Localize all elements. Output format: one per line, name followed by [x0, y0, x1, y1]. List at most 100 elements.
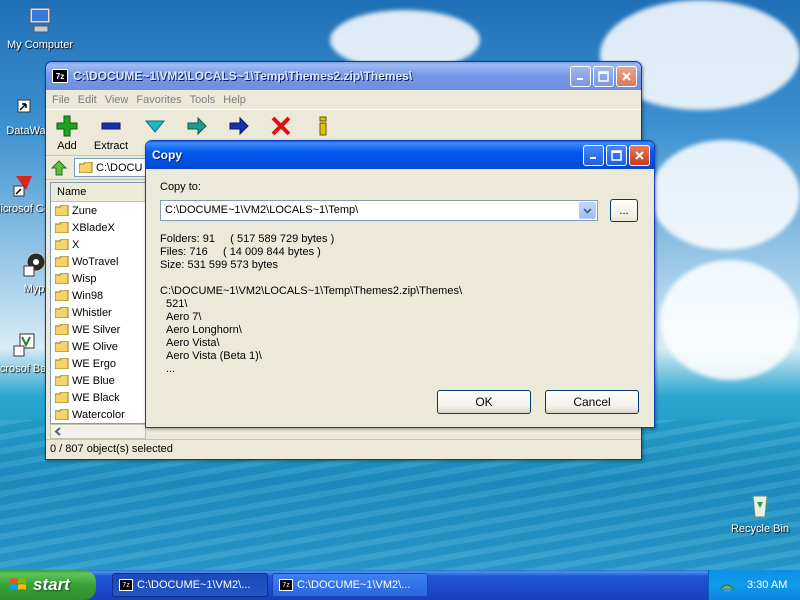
taskbar-button-7zip-main[interactable]: 7z C:\DOCUME~1\VM2\...: [112, 573, 268, 597]
folder-icon: [54, 272, 69, 285]
desktop-icon-label: Recycle Bin: [730, 523, 790, 535]
column-header-name[interactable]: Name: [51, 183, 145, 202]
list-item[interactable]: WE Ergo: [51, 355, 145, 372]
dialog-minimize-button[interactable]: [583, 144, 604, 166]
desktop-icon-label: Myp: [23, 283, 45, 295]
desktop-icon-recycle-bin[interactable]: Recycle Bin: [722, 488, 798, 535]
clock[interactable]: 3:30 AM: [747, 579, 787, 591]
folder-name: WE Ergo: [72, 357, 117, 370]
main-window-title: C:\DOCUME~1\VM2\LOCALS~1\Temp\Themes2.zi…: [73, 69, 413, 83]
7zip-icon: 7z: [119, 579, 133, 591]
horizontal-scrollbar[interactable]: [50, 424, 146, 439]
shortcut-icon: [10, 90, 42, 122]
menu-help[interactable]: Help: [221, 94, 252, 106]
computer-icon: [24, 4, 56, 36]
source-block: C:\DOCUME~1\VM2\LOCALS~1\Temp\Themes2.zi…: [160, 285, 640, 376]
taskbar: start 7z C:\DOCUME~1\VM2\... 7z C:\DOCUM…: [0, 570, 800, 600]
windows-logo-icon: [10, 578, 26, 590]
folder-name: X: [72, 238, 80, 251]
desktop-icon-my-computer[interactable]: My Computer: [2, 4, 78, 51]
folder-icon: [54, 204, 69, 217]
list-item[interactable]: Wisp: [51, 270, 145, 287]
list-item[interactable]: WE Blue: [51, 372, 145, 389]
source-item: Aero Vista\: [166, 337, 220, 349]
folder-icon: [54, 221, 69, 234]
destination-dropdown-button[interactable]: [579, 202, 596, 219]
folder-icon: [54, 289, 69, 302]
app-icon: 7z: [52, 69, 68, 83]
list-item[interactable]: Watercolor: [51, 406, 145, 423]
close-icon: [635, 150, 644, 160]
folder-name: WE Black: [72, 391, 120, 404]
folder-name: WoTravel: [72, 255, 119, 268]
network-icon[interactable]: [719, 577, 735, 593]
info-icon: [319, 116, 327, 136]
source-item: Aero Vista (Beta 1)\: [166, 350, 262, 362]
menu-favorites[interactable]: Favorites: [134, 94, 187, 106]
cancel-button[interactable]: Cancel: [545, 390, 639, 414]
delete-button[interactable]: [260, 114, 302, 140]
menu-edit[interactable]: Edit: [76, 94, 103, 106]
extract-button[interactable]: Extract: [88, 114, 134, 152]
ok-button[interactable]: OK: [437, 390, 531, 414]
folder-name: Win98: [72, 289, 104, 302]
up-folder-icon: [50, 159, 68, 175]
scroll-left-icon[interactable]: [51, 425, 65, 438]
menu-file[interactable]: File: [50, 94, 76, 106]
taskbar-button-7zip-copy[interactable]: 7z C:\DOCUME~1\VM2\...: [272, 573, 428, 597]
list-item[interactable]: WE Olive: [51, 338, 145, 355]
add-button[interactable]: Add: [46, 114, 88, 152]
folder-name: XBladeX: [72, 221, 115, 234]
address-value: C:\DOCU: [96, 161, 143, 174]
info-button[interactable]: [302, 114, 344, 140]
task-label: C:\DOCUME~1\VM2\...: [297, 579, 411, 591]
folder-name: WE Olive: [72, 340, 118, 353]
dialog-close-button[interactable]: [629, 144, 650, 166]
files-stat: Files: 716 ( 14 009 844 bytes ): [160, 246, 321, 258]
start-label: start: [33, 575, 70, 594]
move-button[interactable]: [218, 114, 260, 140]
folder-icon: [54, 391, 69, 404]
list-item[interactable]: WoTravel: [51, 253, 145, 270]
move-arrow-icon: [229, 116, 249, 136]
close-button[interactable]: [616, 65, 637, 87]
dialog-maximize-button[interactable]: [606, 144, 627, 166]
start-button[interactable]: start: [0, 570, 96, 600]
list-item[interactable]: X: [51, 236, 145, 253]
main-window-titlebar[interactable]: 7z C:\DOCUME~1\VM2\LOCALS~1\Temp\Themes2…: [46, 62, 641, 90]
list-item[interactable]: Zune: [51, 202, 145, 219]
list-item[interactable]: Whistler: [51, 304, 145, 321]
folder-icon: [54, 323, 69, 336]
maximize-icon: [611, 149, 622, 161]
folder-icon: [54, 238, 69, 251]
list-item[interactable]: WE Silver: [51, 321, 145, 338]
copy-dialog-title: Copy: [152, 148, 182, 162]
folder-name: Whistler: [72, 306, 112, 319]
folder-icon: [54, 306, 69, 319]
browse-button[interactable]: ...: [610, 199, 638, 222]
minus-icon: [101, 122, 121, 130]
maximize-button[interactable]: [593, 65, 614, 87]
list-item[interactable]: XBladeX: [51, 219, 145, 236]
minimize-icon: [590, 156, 596, 159]
stats-block: Folders: 91 ( 517 589 729 bytes ) Files:…: [160, 233, 640, 272]
minimize-button[interactable]: [570, 65, 591, 87]
test-button[interactable]: [134, 114, 176, 140]
up-folder-button[interactable]: [50, 159, 68, 177]
task-label: C:\DOCUME~1\VM2\...: [137, 579, 251, 591]
list-item[interactable]: WE Black: [51, 389, 145, 406]
menu-tools[interactable]: Tools: [188, 94, 222, 106]
destination-combo[interactable]: C:\DOCUME~1\VM2\LOCALS~1\Temp\: [160, 200, 598, 221]
folder-icon: [54, 408, 69, 421]
copy-dialog-titlebar[interactable]: Copy: [146, 141, 654, 169]
file-list: Name Zune XBladeX X WoTravel Wisp Win98 Whistl…: [50, 182, 146, 424]
source-item: ...: [166, 363, 176, 375]
close-icon: [622, 71, 631, 81]
copy-button[interactable]: [176, 114, 218, 140]
menu-view[interactable]: View: [103, 94, 135, 106]
folder-name: WE Blue: [72, 374, 115, 387]
list-item[interactable]: Win98: [51, 287, 145, 304]
size-stat: Size: 531 599 573 bytes: [160, 259, 279, 271]
folder-name: WE Silver: [72, 323, 121, 336]
delete-x-icon: [271, 116, 291, 136]
